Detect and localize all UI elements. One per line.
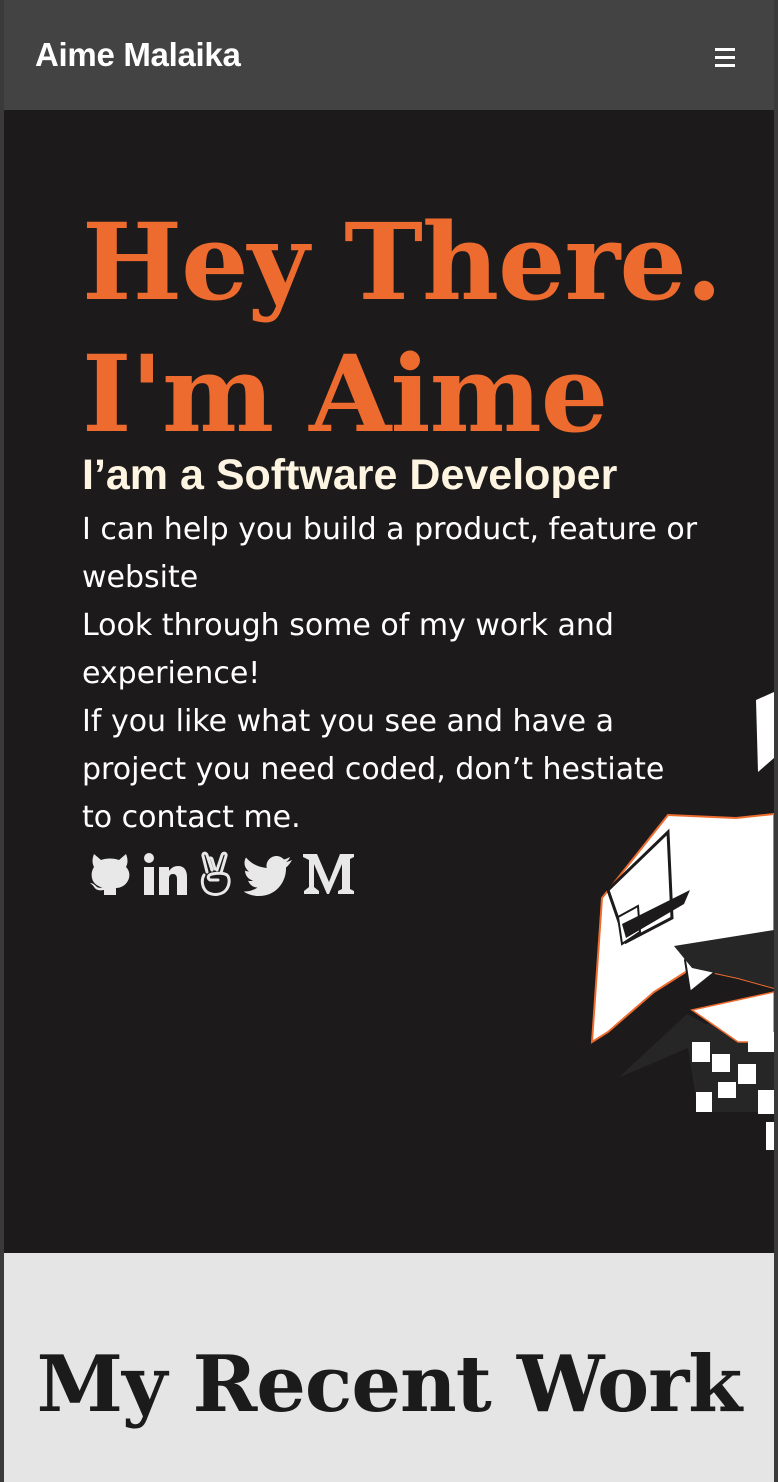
navbar: Aime Malaika — [4, 0, 774, 110]
page: Aime Malaika Hey There. I'm Aime I’am a … — [0, 0, 778, 1482]
abstract-geometric-illustration — [588, 692, 774, 1152]
angellist-icon[interactable] — [198, 850, 234, 898]
social-links — [88, 848, 366, 900]
hero-subtitle: I’am a Software Developer — [82, 451, 618, 499]
hero-title-line: Hey There. — [82, 199, 723, 324]
hamburger-menu-icon[interactable] — [708, 45, 742, 71]
linkedin-icon[interactable] — [142, 850, 188, 898]
medium-icon[interactable] — [302, 850, 356, 898]
github-icon[interactable] — [88, 850, 132, 898]
hero-title-line: I'm Aime — [82, 331, 608, 456]
intro-paragraph: Look through some of my work and experie… — [82, 608, 614, 691]
hero-title: Hey There. I'm Aime — [82, 196, 723, 460]
intro-paragraph: I can help you build a product, feature … — [82, 512, 698, 595]
recent-work-section: My Recent Work — [4, 1253, 774, 1482]
hero-section: Hey There. I'm Aime I’am a Software Deve… — [4, 110, 774, 1253]
twitter-icon[interactable] — [244, 850, 292, 898]
section-title: My Recent Work — [36, 1339, 743, 1430]
brand-logo-text[interactable]: Aime Malaika — [35, 36, 241, 74]
